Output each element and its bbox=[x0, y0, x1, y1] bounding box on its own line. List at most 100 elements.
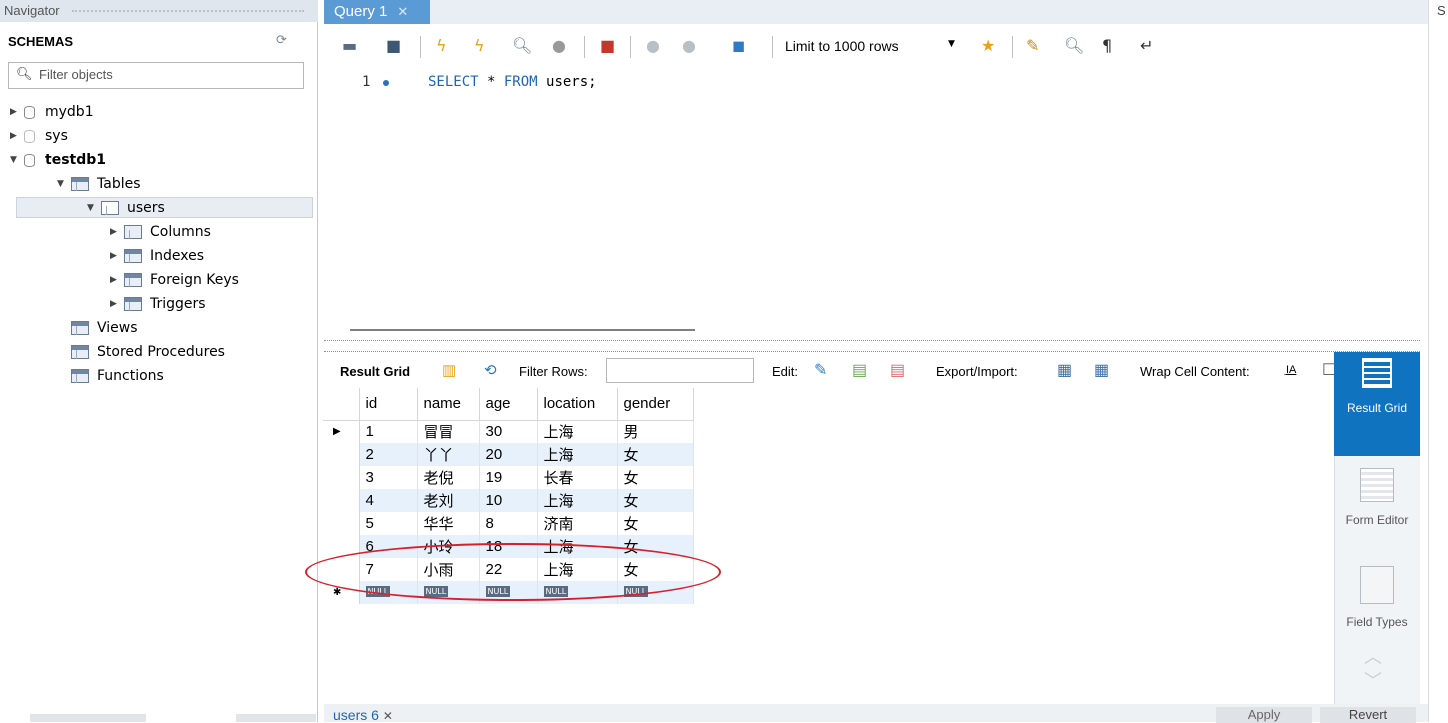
refresh-icon[interactable]: ⟲ bbox=[484, 361, 497, 379]
refresh-icon[interactable]: ⟳ bbox=[276, 33, 287, 48]
schema-item-mydb1[interactable]: ▶ mydb1 bbox=[10, 100, 94, 124]
tree-item-stored-procedures[interactable]: Stored Procedures bbox=[71, 340, 225, 364]
grid-cell[interactable]: 女 bbox=[617, 512, 694, 535]
expand-icon[interactable]: ▶ bbox=[10, 107, 24, 117]
tree-item-tables[interactable]: ▼ Tables bbox=[57, 172, 141, 196]
form-editor-label[interactable]: Form Editor bbox=[1334, 513, 1420, 527]
add-snippet-icon[interactable]: ★ bbox=[981, 37, 995, 55]
column-header[interactable]: age bbox=[479, 388, 538, 421]
schema-item-testdb1[interactable]: ▼ testdb1 bbox=[10, 148, 106, 172]
schema-item-sys[interactable]: ▶ sys bbox=[10, 124, 68, 148]
navigator-bottom-tab[interactable] bbox=[30, 714, 146, 722]
execute-icon[interactable]: ϟ bbox=[436, 37, 447, 55]
edit-cell-icon[interactable]: ✎ bbox=[814, 360, 827, 380]
grid-cell[interactable]: 5 bbox=[359, 512, 418, 535]
save-icon[interactable]: ■ bbox=[386, 37, 401, 55]
grid-cell[interactable]: 19 bbox=[479, 466, 538, 489]
grid-cell[interactable]: 女 bbox=[617, 489, 694, 512]
field-types-label[interactable]: Field Types bbox=[1334, 615, 1420, 629]
panel-splitter[interactable] bbox=[324, 340, 1420, 352]
grid-cell[interactable]: 男 bbox=[617, 420, 694, 443]
delete-row-icon[interactable]: ▤ bbox=[890, 360, 905, 380]
table-row[interactable]: 4 老刘 10 上海女 bbox=[323, 489, 694, 512]
tree-item-functions[interactable]: Functions bbox=[71, 364, 164, 388]
expand-icon[interactable]: ▶ bbox=[10, 131, 24, 141]
filter-rows-input[interactable] bbox=[606, 358, 754, 383]
result-tab-users-6[interactable]: users 6 ✕ bbox=[333, 707, 393, 723]
table-row[interactable]: 3 老倪 19 长春女 bbox=[323, 466, 694, 489]
table-row[interactable]: 2 丫丫 20 上海女 bbox=[323, 443, 694, 466]
grid-cell[interactable]: 女 bbox=[617, 466, 694, 489]
grid-cell[interactable]: 上海 bbox=[537, 443, 618, 466]
word-wrap-icon[interactable]: ↵ bbox=[1140, 37, 1153, 55]
grid-cell[interactable]: 上海 bbox=[537, 489, 618, 512]
expand-icon[interactable]: ▶ bbox=[110, 227, 124, 237]
table-row[interactable]: 5 华华 8 济南女 bbox=[323, 512, 694, 535]
column-header[interactable]: location bbox=[537, 388, 618, 421]
chevron-down-icon[interactable]: ▼ bbox=[948, 39, 955, 49]
column-header[interactable]: name bbox=[417, 388, 480, 421]
tree-item-views[interactable]: Views bbox=[71, 316, 138, 340]
grid-cell[interactable]: 济南 bbox=[537, 512, 618, 535]
column-header[interactable]: id bbox=[359, 388, 418, 421]
expand-icon[interactable]: ▶ bbox=[110, 299, 124, 309]
collapse-icon[interactable]: ▼ bbox=[87, 203, 101, 213]
find-icon[interactable]: 🔍︎ bbox=[1064, 37, 1084, 55]
collapse-icon[interactable]: ▼ bbox=[57, 179, 71, 189]
import-icon[interactable]: ▦ bbox=[1094, 360, 1109, 380]
grid-cell[interactable]: 女 bbox=[617, 443, 694, 466]
filter-objects-input[interactable]: 🔍︎ Filter objects bbox=[8, 62, 304, 89]
scroll-up-icon[interactable]: ︿ bbox=[1364, 649, 1382, 667]
commit-icon[interactable]: ● bbox=[646, 37, 660, 55]
rollback-icon[interactable]: ● bbox=[682, 37, 696, 55]
scroll-down-icon[interactable]: ﹀ bbox=[1364, 673, 1382, 691]
limit-rows-select[interactable]: Limit to 1000 rows bbox=[785, 38, 899, 54]
apply-button[interactable]: Apply bbox=[1216, 707, 1312, 723]
open-file-icon[interactable]: ▬ bbox=[342, 37, 357, 55]
tree-item-indexes[interactable]: ▶ Indexes bbox=[110, 244, 204, 268]
sql-editor-text[interactable]: SELECT * FROM users; bbox=[428, 74, 597, 90]
horizontal-scrollbar[interactable] bbox=[350, 329, 695, 331]
grid-cell[interactable]: 老刘 bbox=[417, 489, 480, 512]
grid-cell[interactable]: 8 bbox=[479, 512, 538, 535]
tree-item-foreign-keys[interactable]: ▶ Foreign Keys bbox=[110, 268, 239, 292]
beautify-icon[interactable]: ✎ bbox=[1026, 37, 1039, 55]
stop-icon[interactable]: ● bbox=[552, 37, 566, 55]
revert-button[interactable]: Revert bbox=[1320, 707, 1416, 723]
grid-cell[interactable]: 2 bbox=[359, 443, 418, 466]
table-row[interactable]: ▶ 1 冒冒 30 上海男 bbox=[323, 420, 694, 443]
grid-cell[interactable]: 4 bbox=[359, 489, 418, 512]
result-grid-button[interactable]: Result Grid bbox=[1334, 352, 1420, 456]
collapse-icon[interactable]: ▼ bbox=[10, 155, 24, 165]
wrap-icon[interactable]: I̲A bbox=[1286, 364, 1296, 376]
invisible-chars-icon[interactable]: ¶ bbox=[1102, 37, 1112, 55]
grid-cell[interactable]: 老倪 bbox=[417, 466, 480, 489]
grid-cell[interactable]: 1 bbox=[359, 420, 418, 443]
grid-cell[interactable]: 上海 bbox=[537, 420, 618, 443]
tree-item-columns[interactable]: ▶ Columns bbox=[110, 220, 211, 244]
grid-cell[interactable]: 丫丫 bbox=[417, 443, 480, 466]
export-icon[interactable]: ▦ bbox=[1057, 360, 1072, 380]
close-icon[interactable]: ✕ bbox=[383, 709, 393, 723]
execute-current-icon[interactable]: ϟ bbox=[474, 37, 485, 55]
grid-cell[interactable]: 华华 bbox=[417, 512, 480, 535]
field-types-icon[interactable] bbox=[1360, 566, 1394, 604]
grid-cell[interactable]: 长春 bbox=[537, 466, 618, 489]
grid-cell[interactable]: 冒冒 bbox=[417, 420, 480, 443]
expand-icon[interactable]: ▶ bbox=[110, 275, 124, 285]
grid-cell[interactable]: 10 bbox=[479, 489, 538, 512]
drag-handle[interactable] bbox=[72, 10, 304, 12]
explain-icon[interactable]: 🔍︎ bbox=[512, 37, 532, 55]
grid-layout-icon[interactable]: ▥ bbox=[442, 361, 456, 379]
add-row-icon[interactable]: ▤ bbox=[852, 360, 867, 380]
tree-item-users[interactable]: ▼ users bbox=[87, 196, 165, 220]
column-header[interactable]: gender bbox=[617, 388, 694, 421]
grid-cell[interactable]: 3 bbox=[359, 466, 418, 489]
grid-cell[interactable]: 20 bbox=[479, 443, 538, 466]
tab-query-1[interactable]: Query 1 ✕ bbox=[324, 0, 430, 24]
grid-cell[interactable]: 30 bbox=[479, 420, 538, 443]
autocommit-icon[interactable]: ◼ bbox=[732, 37, 745, 55]
toggle-error-icon[interactable]: ■ bbox=[600, 37, 615, 55]
tree-item-triggers[interactable]: ▶ Triggers bbox=[110, 292, 206, 316]
form-editor-icon[interactable] bbox=[1360, 468, 1394, 502]
